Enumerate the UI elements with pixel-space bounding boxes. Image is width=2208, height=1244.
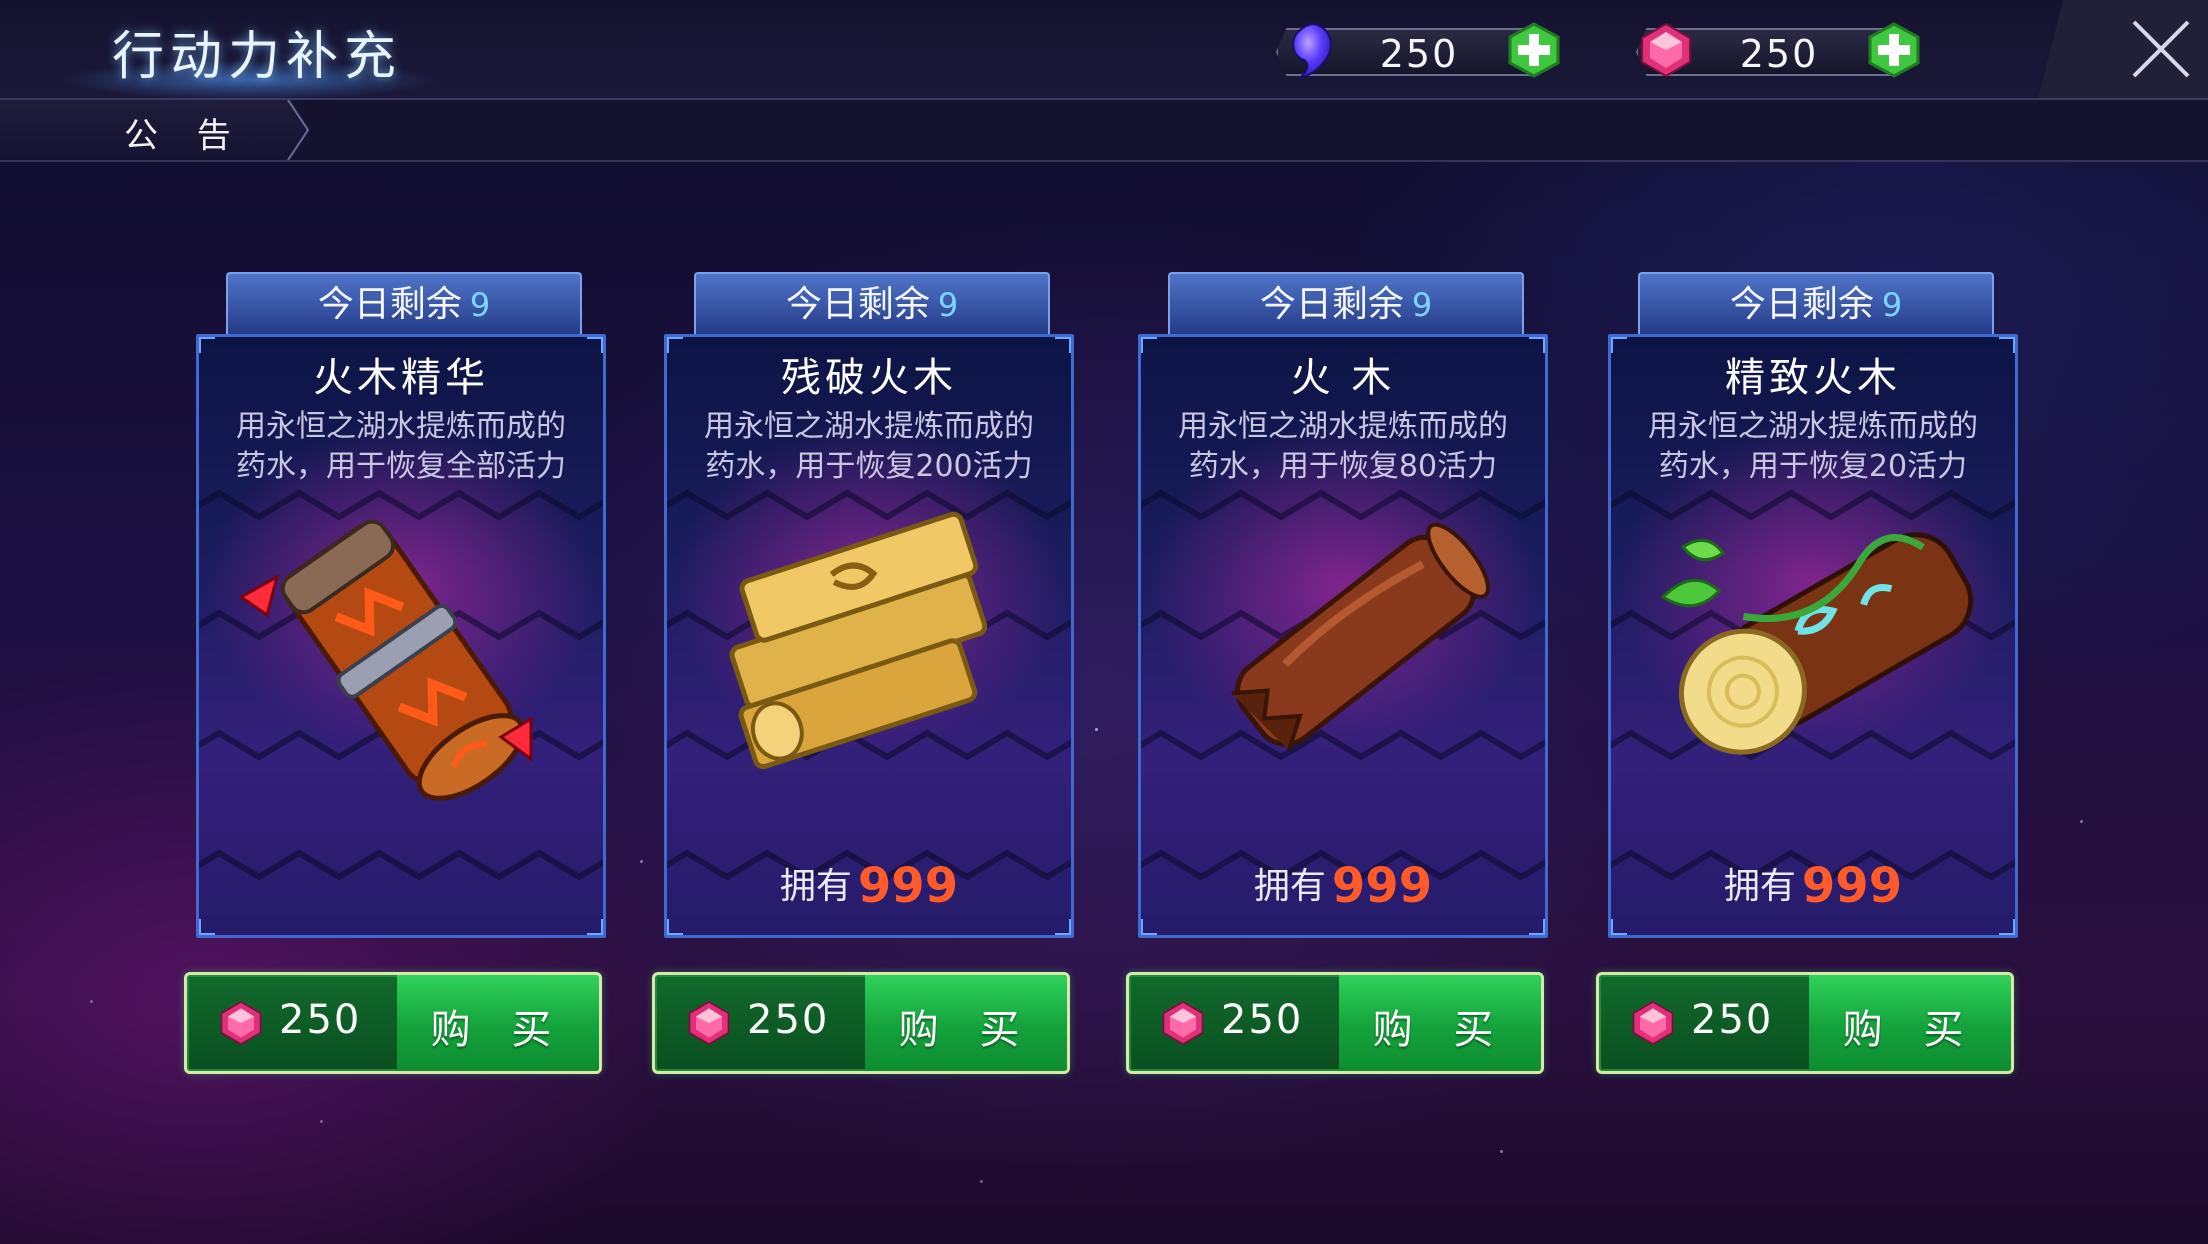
owned-count-row: 拥有 999 <box>1611 857 2015 914</box>
daily-remaining-label: 今日剩余 <box>785 284 930 325</box>
daily-remaining: 今日剩余 9 <box>694 272 1050 336</box>
card-corner <box>1141 919 1157 935</box>
shop-card-firewood-essence: 今日剩余 9 火木精华 用永恒之湖水提炼而成的 药水，用于恢复全部活力 250 … <box>184 272 606 1074</box>
gem-icon <box>1162 1000 1204 1046</box>
buy-button[interactable]: 250 购 买 <box>1596 972 2014 1074</box>
item-description-line: 药水，用于恢复80活力 <box>1188 449 1498 484</box>
item-description: 用永恒之湖水提炼而成的 药水，用于恢复20活力 <box>1631 407 1995 487</box>
item-name: 精致火木 <box>1725 355 1901 401</box>
item-description: 用永恒之湖水提炼而成的 药水，用于恢复全部活力 <box>219 407 583 487</box>
card-corner <box>199 919 215 935</box>
item-description-line: 用永恒之湖水提炼而成的 <box>236 409 566 444</box>
item-description-line: 用永恒之湖水提炼而成的 <box>1178 409 1508 444</box>
item-description-line: 药水，用于恢复200活力 <box>705 449 1033 484</box>
daily-remaining-count: 9 <box>1411 286 1433 324</box>
daily-remaining-label: 今日剩余 <box>1729 284 1874 325</box>
gem-icon <box>1641 22 1691 78</box>
gem-amount: 250 <box>1739 32 1819 76</box>
gem-icon <box>688 1000 730 1046</box>
buy-price: 250 <box>1221 997 1304 1043</box>
firewood-icon <box>1231 522 1491 751</box>
shop-card-firewood: 今日剩余 9 火 木 用永恒之湖水提炼而成的 药水，用于恢复80活力 拥有 99… <box>1126 272 1548 1074</box>
item-description-line: 用永恒之湖水提炼而成的 <box>1648 409 1978 444</box>
shop-card-fine-firewood: 今日剩余 9 精致火木 用永恒之湖水提炼而成的 药水，用于恢复20活力 拥有 9… <box>1596 272 2018 1074</box>
buy-label: 购 买 <box>1372 1007 1508 1053</box>
daily-remaining-count: 9 <box>937 286 959 324</box>
item-card[interactable]: 精致火木 用永恒之湖水提炼而成的 药水，用于恢复20活力 拥有 999 <box>1608 334 2018 938</box>
buy-label: 购 买 <box>430 1007 566 1053</box>
owned-count: 999 <box>1331 858 1433 914</box>
gem-icon <box>1632 1000 1674 1046</box>
buy-price: 250 <box>1691 997 1774 1043</box>
broken-firewood-icon <box>729 511 988 770</box>
owned-count-row: 拥有 999 <box>667 857 1071 914</box>
item-description: 用永恒之湖水提炼而成的 药水，用于恢复200活力 <box>687 407 1051 487</box>
item-card[interactable]: 火 木 用永恒之湖水提炼而成的 药水，用于恢复80活力 拥有 999 <box>1138 334 1548 938</box>
notice-bar <box>0 100 2208 162</box>
daily-remaining-count: 9 <box>1881 286 1903 324</box>
item-description-line: 药水，用于恢复20活力 <box>1658 449 1968 484</box>
card-corner <box>1529 919 1545 935</box>
item-card[interactable]: 火木精华 用永恒之湖水提炼而成的 药水，用于恢复全部活力 <box>196 334 606 938</box>
buy-button[interactable]: 250 购 买 <box>1126 972 1544 1074</box>
buy-price: 250 <box>279 997 362 1043</box>
buy-label: 购 买 <box>1842 1007 1978 1053</box>
energy-amount: 250 <box>1379 32 1459 76</box>
shop-card-broken-firewood: 今日剩余 9 残破火木 用永恒之湖水提炼而成的 药水，用于恢复200活力 拥有 … <box>652 272 1074 1074</box>
owned-count-row: 拥有 999 <box>1141 857 1545 914</box>
close-button[interactable] <box>2038 0 2208 98</box>
energy-drop-icon <box>1292 22 1332 80</box>
notice-label: 公 告 <box>124 116 245 156</box>
daily-remaining-label: 今日剩余 <box>1259 284 1404 325</box>
card-corner <box>1999 919 2015 935</box>
close-icon <box>2132 20 2190 78</box>
card-corner <box>1611 919 1627 935</box>
add-gem-button[interactable] <box>1866 22 1922 78</box>
item-name: 火木精华 <box>313 355 489 401</box>
buy-label: 购 买 <box>898 1007 1034 1053</box>
owned-label: 拥有 <box>1253 866 1326 907</box>
daily-remaining-count: 9 <box>469 286 491 324</box>
owned-count: 999 <box>1801 858 1903 914</box>
owned-label: 拥有 <box>779 866 852 907</box>
page-title: 行动力补充 <box>112 27 403 87</box>
card-corner <box>1055 919 1071 935</box>
fine-firewood-icon <box>1660 532 1974 755</box>
buy-price: 250 <box>747 997 830 1043</box>
firewood-essence-icon <box>238 519 533 801</box>
daily-remaining: 今日剩余 9 <box>226 272 582 336</box>
card-corner <box>667 919 683 935</box>
item-card[interactable]: 残破火木 用永恒之湖水提炼而成的 药水，用于恢复200活力 拥有 999 <box>664 334 1074 938</box>
daily-remaining: 今日剩余 9 <box>1638 272 1994 336</box>
card-corner <box>587 919 603 935</box>
owned-count: 999 <box>857 858 959 914</box>
add-energy-button[interactable] <box>1506 22 1562 78</box>
gem-icon <box>220 1000 262 1046</box>
energy-currency: 250 <box>1254 22 1574 80</box>
owned-count-row <box>199 857 603 913</box>
buy-button[interactable]: 250 购 买 <box>184 972 602 1074</box>
gem-currency: 250 <box>1614 22 1934 78</box>
notice-tab-edge <box>287 100 310 160</box>
daily-remaining-label: 今日剩余 <box>317 284 462 325</box>
owned-label: 拥有 <box>1723 866 1796 907</box>
item-description: 用永恒之湖水提炼而成的 药水，用于恢复80活力 <box>1161 407 1525 487</box>
item-name: 火 木 <box>1290 355 1396 401</box>
item-description-line: 用永恒之湖水提炼而成的 <box>704 409 1034 444</box>
daily-remaining: 今日剩余 9 <box>1168 272 1524 336</box>
item-name: 残破火木 <box>781 355 957 401</box>
buy-button[interactable]: 250 购 买 <box>652 972 1070 1074</box>
item-description-line: 药水，用于恢复全部活力 <box>236 449 566 484</box>
